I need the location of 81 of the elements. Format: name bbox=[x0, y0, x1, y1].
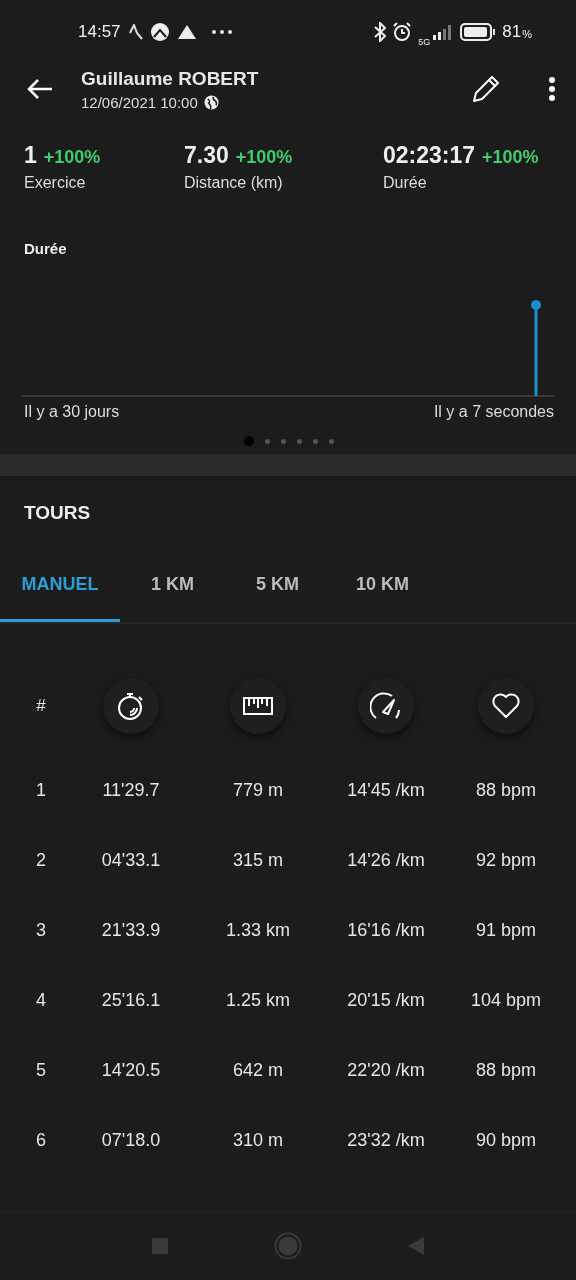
table-cell: 5 bbox=[36, 1059, 46, 1081]
back-arrow-icon bbox=[26, 77, 54, 101]
table-cell: 16'16 /km bbox=[347, 919, 425, 941]
column-header: # bbox=[36, 696, 46, 716]
more-notifications-icon bbox=[210, 29, 233, 35]
battery-icon bbox=[460, 23, 497, 41]
back-button[interactable] bbox=[26, 77, 54, 101]
stat-label: Distance (km) bbox=[184, 174, 284, 192]
table-cell: 07'18.0 bbox=[101, 1129, 161, 1151]
section-title: TOURS bbox=[23, 501, 92, 524]
stat-change: +100% bbox=[43, 147, 101, 168]
page-dot[interactable] bbox=[313, 438, 318, 444]
table-cell: 11'29.7 bbox=[102, 779, 160, 801]
triangle-icon bbox=[176, 24, 197, 40]
table-cell: 14'20.5 bbox=[101, 1059, 161, 1081]
page-dot[interactable] bbox=[244, 436, 254, 446]
stat-label: Durée bbox=[383, 174, 428, 192]
stat-value: 7.30 bbox=[184, 142, 229, 169]
speedometer-icon bbox=[370, 692, 402, 720]
axis-label: Il y a 7 secondes bbox=[433, 403, 554, 421]
pencil-icon bbox=[471, 74, 501, 104]
activity-icon bbox=[128, 24, 143, 40]
lap-tab[interactable]: 1 KM bbox=[120, 554, 225, 622]
table-cell: 1.25 km bbox=[226, 989, 290, 1011]
battery-level: 81 bbox=[502, 22, 522, 42]
bluetooth-icon bbox=[374, 22, 387, 42]
table-cell: 4 bbox=[36, 989, 46, 1011]
table-cell: 88 bpm bbox=[475, 779, 536, 801]
alarm-clock-icon bbox=[392, 22, 413, 42]
battery-unit: % bbox=[522, 28, 532, 40]
page-dot[interactable] bbox=[265, 438, 270, 444]
axis-label: Il y a 30 jours bbox=[24, 403, 120, 421]
page-dot[interactable] bbox=[329, 438, 334, 444]
stat-label: Exercice bbox=[24, 174, 87, 192]
table-cell: 3 bbox=[36, 919, 46, 941]
table-cell: 90 bpm bbox=[475, 1129, 536, 1151]
table-cell: 20'15 /km bbox=[347, 989, 425, 1011]
table-cell: 22'20 /km bbox=[347, 1059, 425, 1081]
edit-button[interactable] bbox=[471, 74, 501, 104]
stat-value: 02:23:17 bbox=[383, 142, 476, 169]
activity-date: 12/06/2021 10:00 bbox=[81, 93, 198, 111]
more-options-button[interactable] bbox=[548, 76, 556, 102]
table-cell: 310 m bbox=[233, 1129, 283, 1151]
table-cell: 1 bbox=[36, 779, 46, 801]
mountain-circle-icon bbox=[150, 23, 169, 41]
stat-value: 1 bbox=[24, 142, 37, 169]
ruler-icon bbox=[243, 697, 273, 715]
table-cell: 6 bbox=[36, 1129, 46, 1151]
table-cell: 2 bbox=[36, 849, 46, 871]
chart-title: Durée bbox=[24, 240, 68, 257]
page-dot[interactable] bbox=[281, 438, 286, 444]
table-cell: 642 m bbox=[233, 1059, 283, 1081]
table-cell: 104 bpm bbox=[470, 989, 542, 1011]
table-cell: 88 bpm bbox=[475, 1059, 536, 1081]
heart-icon bbox=[491, 693, 521, 719]
lap-tab[interactable]: 5 KM bbox=[225, 554, 330, 622]
stat-change: +100% bbox=[235, 147, 293, 168]
table-cell: 25'16.1 bbox=[101, 989, 161, 1011]
lap-tab[interactable]: 10 KM bbox=[330, 554, 435, 622]
athlete-name: Guillaume ROBERT bbox=[81, 67, 259, 90]
home-icon[interactable] bbox=[274, 1232, 302, 1260]
page-dot[interactable] bbox=[297, 438, 302, 444]
stat-change: +100% bbox=[482, 147, 539, 168]
network-type: 5G bbox=[418, 37, 431, 47]
table-cell: 315 m bbox=[233, 849, 283, 871]
table-cell: 91 bpm bbox=[475, 919, 536, 941]
table-cell: 14'26 /km bbox=[347, 849, 425, 871]
recent-apps-icon[interactable] bbox=[151, 1237, 169, 1255]
more-vertical-icon bbox=[548, 76, 556, 102]
table-cell: 779 m bbox=[233, 779, 283, 801]
table-cell: 04'33.1 bbox=[101, 849, 161, 871]
table-cell: 21'33.9 bbox=[101, 919, 161, 941]
table-cell: 1.33 km bbox=[226, 919, 290, 941]
table-cell: 92 bpm bbox=[475, 849, 536, 871]
globe-icon bbox=[203, 94, 219, 110]
lap-tab[interactable]: MANUEL bbox=[0, 554, 120, 622]
clock-time: 14:57 bbox=[78, 22, 121, 42]
back-nav-icon[interactable] bbox=[407, 1236, 425, 1256]
stopwatch-icon bbox=[117, 691, 145, 721]
table-cell: 14'45 /km bbox=[347, 779, 425, 801]
table-cell: 23'32 /km bbox=[347, 1129, 425, 1151]
